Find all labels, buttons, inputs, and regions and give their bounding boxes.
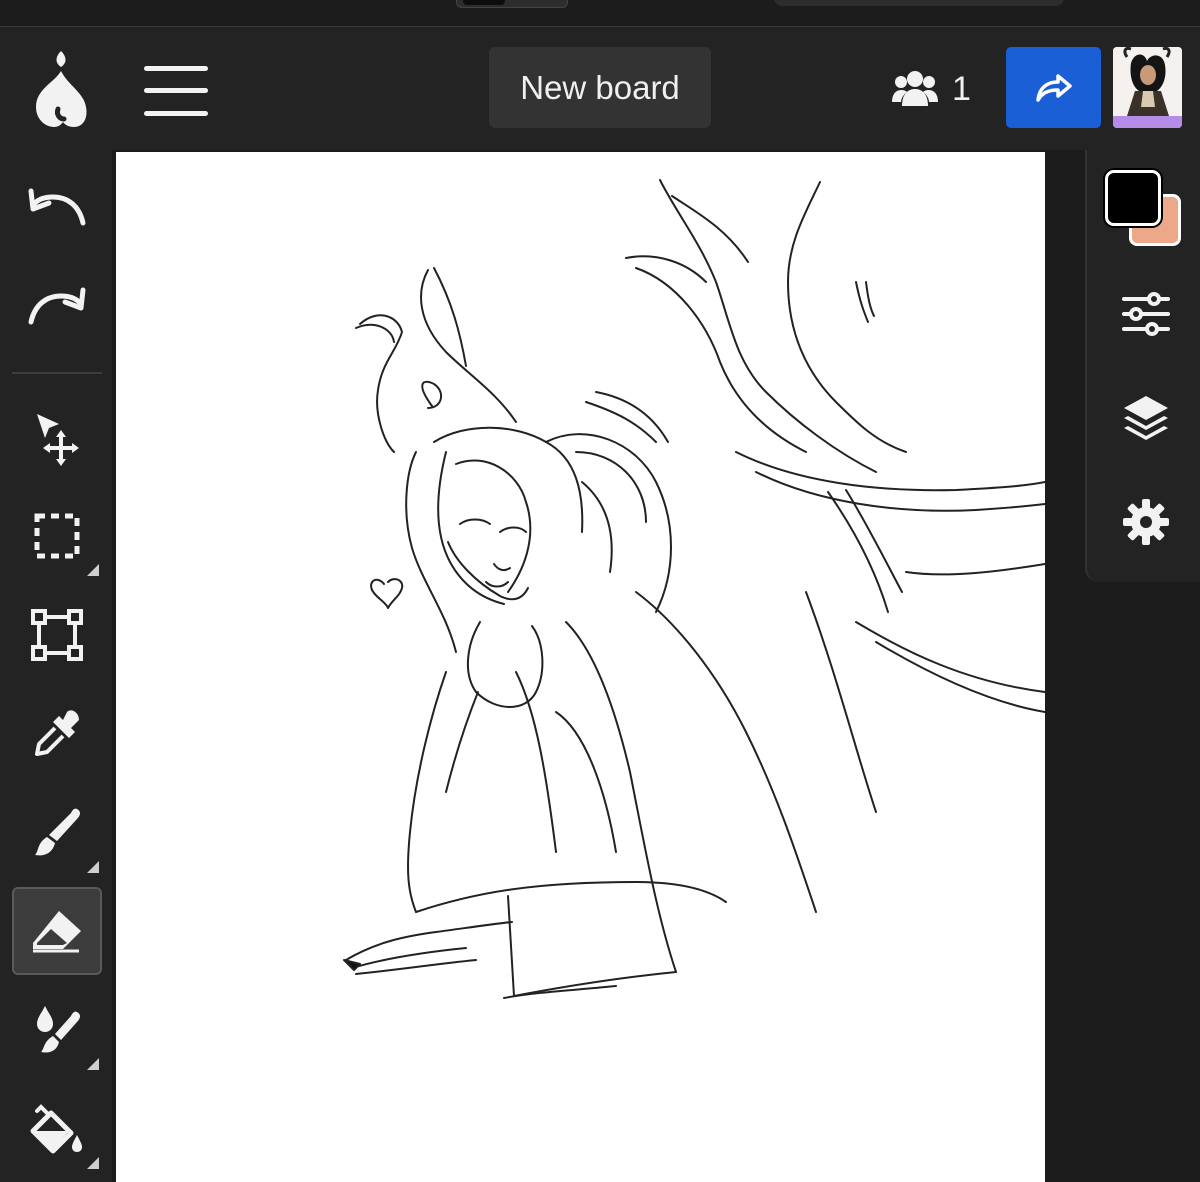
top-bar: New board 1 bbox=[0, 27, 1200, 150]
user-avatar[interactable] bbox=[1113, 47, 1182, 128]
eyedropper-icon bbox=[35, 710, 79, 756]
settings-button[interactable] bbox=[1111, 490, 1181, 554]
left-toolbar bbox=[0, 150, 112, 1182]
fill-tool[interactable] bbox=[12, 1085, 102, 1173]
select-tool[interactable] bbox=[12, 492, 102, 580]
submenu-indicator bbox=[87, 1157, 99, 1169]
share-arrow-icon bbox=[1035, 73, 1072, 102]
browser-url-bar[interactable] bbox=[774, 0, 1064, 6]
rect-select-icon bbox=[34, 513, 80, 559]
adjustments-button[interactable] bbox=[1111, 282, 1181, 346]
app-logo-icon[interactable] bbox=[28, 49, 94, 129]
avatar-status-bar bbox=[1113, 116, 1182, 128]
sketch-artwork bbox=[343, 179, 1045, 999]
browser-tab[interactable] bbox=[456, 0, 568, 8]
eraser-icon bbox=[33, 911, 81, 953]
paint-bucket-icon bbox=[30, 1104, 82, 1154]
drawing-canvas[interactable] bbox=[116, 152, 1045, 1182]
eyedropper-tool[interactable] bbox=[12, 690, 102, 778]
browser-chrome bbox=[0, 0, 1200, 27]
menu-icon[interactable] bbox=[140, 63, 212, 119]
submenu-indicator bbox=[87, 861, 99, 873]
undo-button[interactable] bbox=[12, 163, 102, 251]
blend-tool[interactable] bbox=[12, 986, 102, 1074]
adjustments-icon bbox=[1122, 292, 1170, 336]
brush-icon bbox=[35, 808, 80, 856]
redo-icon bbox=[28, 287, 86, 325]
submenu-indicator bbox=[87, 1058, 99, 1070]
right-panel bbox=[1085, 150, 1200, 582]
layers-button[interactable] bbox=[1111, 386, 1181, 450]
transform-tool[interactable] bbox=[12, 591, 102, 679]
move-tool[interactable] bbox=[12, 394, 102, 482]
eraser-tool[interactable] bbox=[12, 887, 102, 975]
redo-button[interactable] bbox=[12, 262, 102, 350]
collaborators-indicator[interactable]: 1 bbox=[892, 67, 971, 111]
primary-color-swatch[interactable] bbox=[1105, 170, 1161, 226]
share-button[interactable] bbox=[1006, 47, 1101, 128]
move-icon bbox=[37, 414, 79, 466]
settings-icon bbox=[1123, 499, 1169, 545]
user-count: 1 bbox=[952, 69, 971, 108]
users-icon bbox=[892, 71, 938, 106]
color-swatches[interactable] bbox=[1105, 170, 1185, 250]
blend-icon bbox=[37, 1006, 80, 1053]
toolbar-divider bbox=[12, 372, 102, 374]
new-board-button[interactable]: New board bbox=[489, 47, 711, 128]
transform-icon bbox=[31, 609, 83, 661]
brush-tool[interactable] bbox=[12, 789, 102, 877]
layers-icon bbox=[1124, 396, 1168, 440]
undo-icon bbox=[28, 188, 86, 226]
submenu-indicator bbox=[87, 564, 99, 576]
